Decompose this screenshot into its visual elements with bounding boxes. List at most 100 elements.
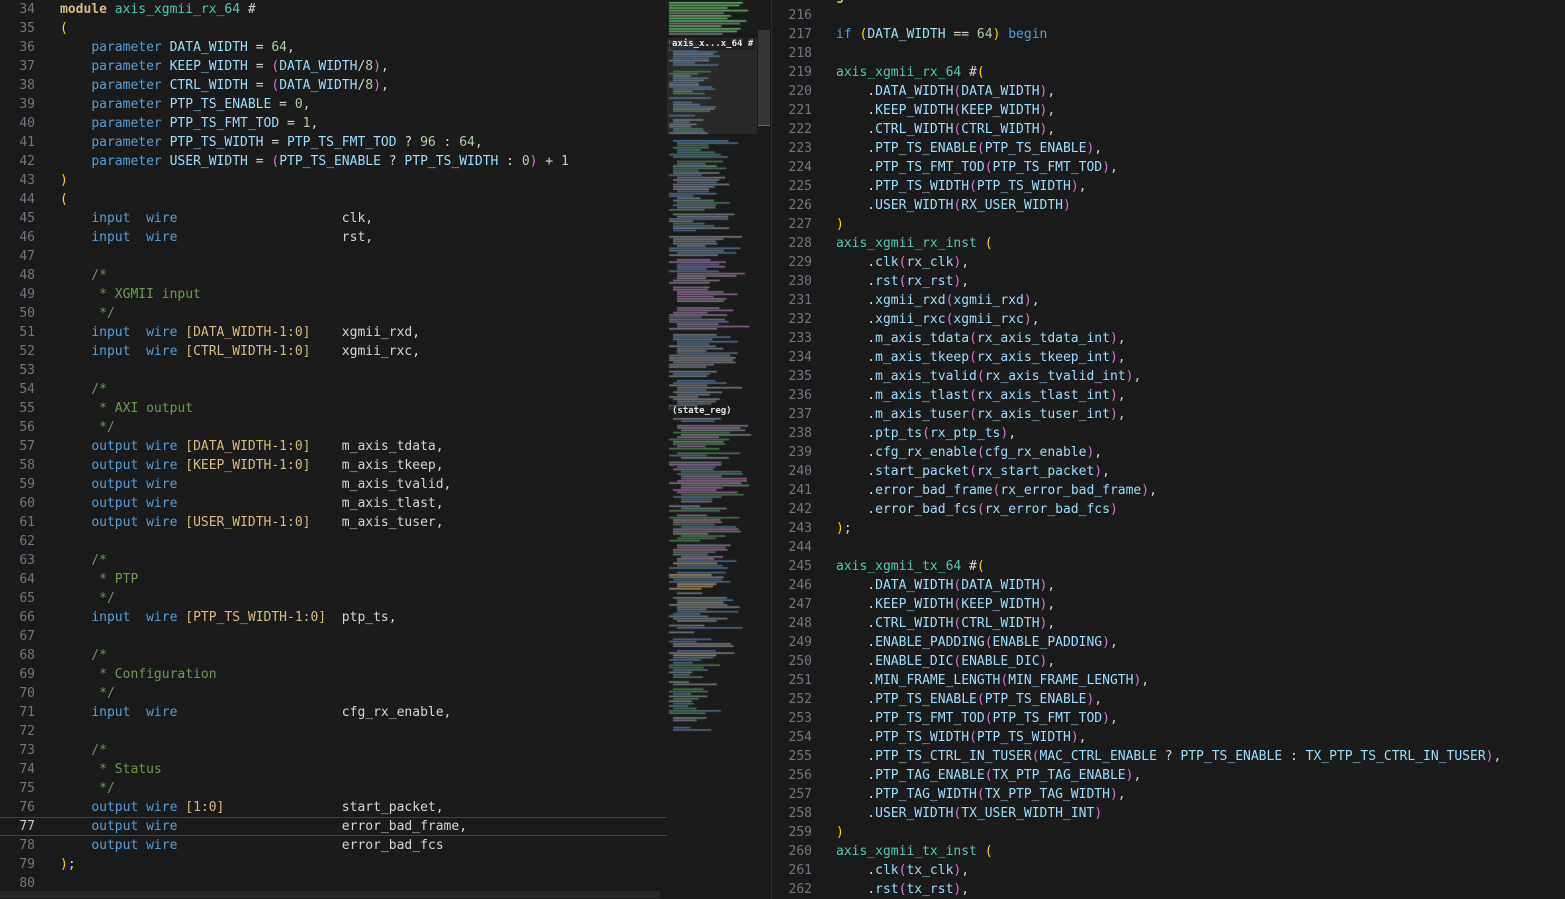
code-text[interactable]	[47, 361, 60, 380]
right-code-area[interactable]: 215generate216217if (DATA_WIDTH == 64) b…	[772, 0, 1565, 899]
line-number[interactable]: 67	[0, 627, 47, 646]
code-text[interactable]	[812, 538, 836, 557]
line-number[interactable]: 44	[0, 190, 47, 209]
line-number[interactable]: 41	[0, 133, 47, 152]
line-number[interactable]: 62	[0, 532, 47, 551]
code-line[interactable]: 79);	[0, 855, 667, 874]
code-text[interactable]: .KEEP_WIDTH(KEEP_WIDTH),	[812, 101, 1055, 120]
code-text[interactable]: .USER_WIDTH(RX_USER_WIDTH)	[812, 196, 1071, 215]
code-text[interactable]: */	[47, 684, 115, 703]
code-text[interactable]	[47, 722, 60, 741]
code-text[interactable]: .PTP_TS_ENABLE(PTP_TS_ENABLE),	[812, 690, 1102, 709]
code-line[interactable]: 262 .rst(tx_rst),	[772, 880, 1565, 899]
line-number[interactable]: 35	[0, 19, 47, 38]
line-number[interactable]: 238	[772, 424, 812, 443]
code-text[interactable]: .PTP_TS_FMT_TOD(PTP_TS_FMT_TOD),	[812, 709, 1117, 728]
code-text[interactable]	[812, 44, 836, 63]
line-number[interactable]: 48	[0, 266, 47, 285]
line-number[interactable]: 220	[772, 82, 812, 101]
code-line[interactable]: 70 */	[0, 684, 667, 703]
code-text[interactable]: .DATA_WIDTH(DATA_WIDTH),	[812, 82, 1055, 101]
code-line[interactable]: 69 * Configuration	[0, 665, 667, 684]
code-line[interactable]: 247 .KEEP_WIDTH(KEEP_WIDTH),	[772, 595, 1565, 614]
code-text[interactable]: */	[47, 779, 115, 798]
code-line[interactable]: 51 input wire [DATA_WIDTH-1:0] xgmii_rxd…	[0, 323, 667, 342]
line-number[interactable]: 219	[772, 63, 812, 82]
line-number[interactable]: 54	[0, 380, 47, 399]
code-line[interactable]: 260 axis_xgmii_tx_inst (	[772, 842, 1565, 861]
code-text[interactable]: * Configuration	[47, 665, 216, 684]
code-text[interactable]: .PTP_TS_ENABLE(PTP_TS_ENABLE),	[812, 139, 1102, 158]
code-text[interactable]: parameter PTP_TS_ENABLE = 0,	[47, 95, 310, 114]
line-number[interactable]: 51	[0, 323, 47, 342]
left-vertical-scrollbar-slider[interactable]	[758, 30, 770, 126]
left-horizontal-scrollbar-slider[interactable]	[0, 891, 660, 898]
code-line[interactable]: 49 * XGMII input	[0, 285, 667, 304]
code-line[interactable]: 71 input wire cfg_rx_enable,	[0, 703, 667, 722]
line-number[interactable]: 255	[772, 747, 812, 766]
code-line[interactable]: 34 module axis_xgmii_rx_64 #	[0, 0, 667, 19]
line-number[interactable]: 241	[772, 481, 812, 500]
code-line[interactable]: 42 parameter USER_WIDTH = (PTP_TS_ENABLE…	[0, 152, 667, 171]
code-line[interactable]: 50 */	[0, 304, 667, 323]
code-text[interactable]: );	[812, 519, 852, 538]
code-line[interactable]: 73 /*	[0, 741, 667, 760]
code-text[interactable]: (	[47, 19, 68, 38]
line-number[interactable]: 262	[772, 880, 812, 899]
line-number[interactable]: 36	[0, 38, 47, 57]
code-line[interactable]: 219 axis_xgmii_rx_64 #(	[772, 63, 1565, 82]
line-number[interactable]: 252	[772, 690, 812, 709]
minimap-slider[interactable]	[667, 38, 757, 134]
code-text[interactable]: .xgmii_rxd(xgmii_rxd),	[812, 291, 1039, 310]
code-text[interactable]: .MIN_FRAME_LENGTH(MIN_FRAME_LENGTH),	[812, 671, 1149, 690]
code-text[interactable]: input wire [CTRL_WIDTH-1:0] xgmii_rxc,	[47, 342, 420, 361]
code-line[interactable]: 250 .ENABLE_DIC(ENABLE_DIC),	[772, 652, 1565, 671]
line-number[interactable]: 259	[772, 823, 812, 842]
code-text[interactable]: /*	[47, 380, 107, 399]
line-number[interactable]: 56	[0, 418, 47, 437]
line-number[interactable]: 223	[772, 139, 812, 158]
line-number[interactable]: 78	[0, 836, 47, 855]
code-text[interactable]: */	[47, 589, 115, 608]
code-text[interactable]: if (DATA_WIDTH == 64) begin	[812, 25, 1047, 44]
line-number[interactable]: 234	[772, 348, 812, 367]
code-text[interactable]: .m_axis_tkeep(rx_axis_tkeep_int),	[812, 348, 1125, 367]
line-number[interactable]: 231	[772, 291, 812, 310]
code-line[interactable]: 235 .m_axis_tvalid(rx_axis_tvalid_int),	[772, 367, 1565, 386]
code-line[interactable]: 68 /*	[0, 646, 667, 665]
code-text[interactable]: .error_bad_fcs(rx_error_bad_fcs)	[812, 500, 1117, 519]
code-line[interactable]: 36 parameter DATA_WIDTH = 64,	[0, 38, 667, 57]
code-text[interactable]: * AXI output	[47, 399, 193, 418]
code-line[interactable]: 227)	[772, 215, 1565, 234]
code-text[interactable]: input wire [PTP_TS_WIDTH-1:0] ptp_ts,	[47, 608, 396, 627]
code-text[interactable]: .error_bad_frame(rx_error_bad_frame),	[812, 481, 1157, 500]
line-number[interactable]: 237	[772, 405, 812, 424]
code-line[interactable]: 231 .xgmii_rxd(xgmii_rxd),	[772, 291, 1565, 310]
code-text[interactable]: axis_xgmii_rx_inst (	[812, 234, 993, 253]
code-line[interactable]: 39 parameter PTP_TS_ENABLE = 0,	[0, 95, 667, 114]
code-text[interactable]: output wire error_bad_fcs	[47, 836, 443, 855]
code-text[interactable]: parameter PTP_TS_WIDTH = PTP_TS_FMT_TOD …	[47, 133, 482, 152]
code-line[interactable]: 239 .cfg_rx_enable(cfg_rx_enable),	[772, 443, 1565, 462]
code-line[interactable]: 248 .CTRL_WIDTH(CTRL_WIDTH),	[772, 614, 1565, 633]
code-line[interactable]: 257 .PTP_TAG_WIDTH(TX_PTP_TAG_WIDTH),	[772, 785, 1565, 804]
code-line[interactable]: 75 */	[0, 779, 667, 798]
line-number[interactable]: 65	[0, 589, 47, 608]
line-number[interactable]: 257	[772, 785, 812, 804]
code-line[interactable]: 46 input wire rst,	[0, 228, 667, 247]
code-line[interactable]: 252 .PTP_TS_ENABLE(PTP_TS_ENABLE),	[772, 690, 1565, 709]
code-line[interactable]: 35(	[0, 19, 667, 38]
line-number[interactable]: 71	[0, 703, 47, 722]
code-line[interactable]: 229 .clk(rx_clk),	[772, 253, 1565, 272]
code-line[interactable]: 54 /*	[0, 380, 667, 399]
left-vertical-scrollbar[interactable]	[757, 0, 771, 899]
code-text[interactable]: .PTP_TS_FMT_TOD(PTP_TS_FMT_TOD),	[812, 158, 1117, 177]
line-number[interactable]: 75	[0, 779, 47, 798]
code-line[interactable]: 238 .ptp_ts(rx_ptp_ts),	[772, 424, 1565, 443]
line-number[interactable]: 244	[772, 538, 812, 557]
line-number[interactable]: 258	[772, 804, 812, 823]
code-text[interactable]	[47, 247, 60, 266]
line-number[interactable]: 224	[772, 158, 812, 177]
line-number[interactable]: 47	[0, 247, 47, 266]
code-line[interactable]: 249 .ENABLE_PADDING(ENABLE_PADDING),	[772, 633, 1565, 652]
